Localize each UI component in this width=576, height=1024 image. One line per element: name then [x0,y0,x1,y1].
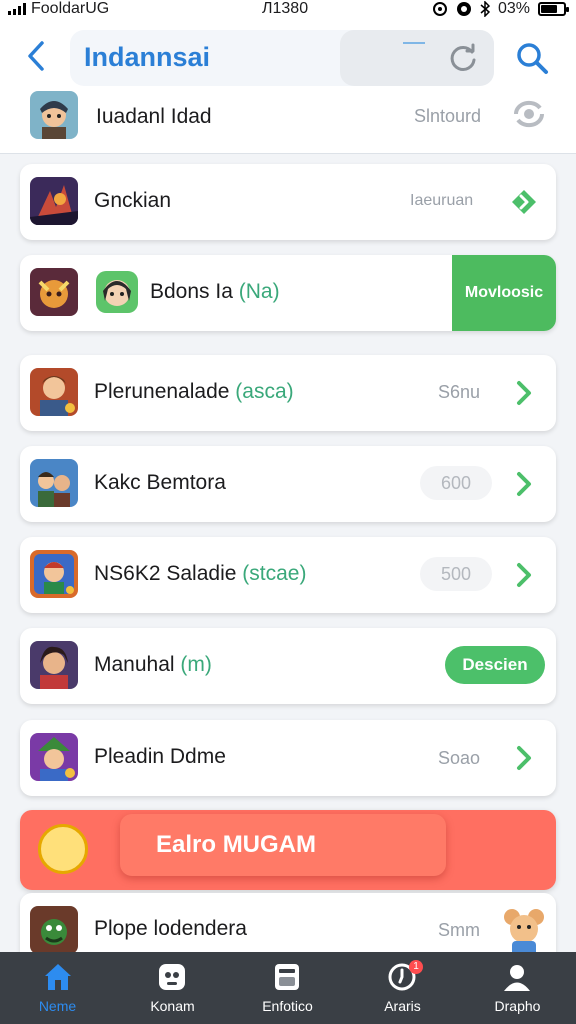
promo-banner[interactable]: Ealro MUGAM [20,810,556,890]
signal-icon [8,3,26,15]
list-item[interactable]: Pleadin Ddme Soao [20,720,556,796]
app-name: Plope lodendera [94,917,247,940]
app-size: S6nu [438,382,481,402]
app-icon [30,268,78,316]
app-size: 500 [420,557,492,591]
list-item[interactable]: Iuadanl Idad Slntourd [0,88,576,154]
app-icon [30,91,78,139]
list-item[interactable]: NS6K2 Saladie (stcae) 500 [20,537,556,613]
chevron-right-icon[interactable] [510,188,538,216]
app-icon [30,177,78,225]
notification-badge: 1 [409,960,423,974]
back-button[interactable] [20,36,52,76]
tab-araris[interactable]: 1 Araris [345,952,460,1024]
tab-label: Drapho [494,998,541,1014]
face-icon [159,964,185,990]
app-tag: (Na) [238,280,280,303]
app-icon [30,906,78,954]
page-title: Indannsai [84,42,211,72]
tab-konam[interactable]: Konam [115,952,230,1024]
app-name: Iuadanl Idad [96,105,212,128]
app-name: Manuhal (m) [94,653,212,676]
app-name: Plerunenalade (asca) [94,380,294,403]
search-icon [517,43,548,74]
app-tag: (m) [180,653,212,676]
app-name: Bdons Ia (Na) [150,280,280,303]
app-icon [30,550,78,598]
app-icon [30,641,78,689]
app-name: Gnckian [94,189,172,212]
sync-icon[interactable] [510,98,548,130]
location-icon [456,2,471,16]
tab-label: Konam [150,998,195,1014]
list-item[interactable]: Kakc Bemtora 600 [20,446,556,522]
app-icon [30,733,78,781]
search-button[interactable] [514,40,550,76]
chevron-left-icon [28,41,44,71]
app-name: Kakc Bemtora [94,471,226,494]
app-icon [30,368,78,416]
install-button[interactable]: Movloosic [452,255,556,331]
status-bar: FooldarUG Л1380 03% [0,0,576,20]
tab-bar: Neme Konam Enfotico 1 Araris Drapho [0,952,576,1024]
person-icon [504,965,530,991]
app-size: Smm [438,920,480,940]
chevron-right-icon[interactable] [510,470,538,498]
tab-enfotico[interactable]: Enfotico [230,952,345,1024]
chevron-right-icon[interactable] [510,379,538,407]
field-handle [403,42,425,44]
tab-label: Neme [38,998,77,1014]
tab-drapho[interactable]: Drapho [460,952,575,1024]
alarm-icon [432,2,447,16]
chevron-right-icon[interactable] [510,744,538,772]
download-button[interactable]: Descien [445,646,545,684]
battery-icon [538,2,569,16]
app-icon [96,271,138,313]
app-tag: (stcae) [242,562,307,585]
list-item[interactable]: Manuhal (m) Descien [20,628,556,704]
app-size: Soao [438,748,481,768]
app-size: Slntourd [414,106,482,126]
clock-label: Л1380 [262,0,309,17]
header: Indannsai [0,20,576,92]
bluetooth-icon [480,1,490,17]
tab-label: Araris [384,998,421,1014]
app-size: Iaeuruan [410,192,474,209]
card-icon [275,964,299,990]
app-size: 600 [420,466,492,500]
refresh-icon [450,43,476,71]
app-icon [30,459,78,507]
carrier-label: FooldarUG [31,0,110,17]
home-icon [45,964,71,990]
coin-icon [38,824,88,874]
list-item[interactable]: Gnckian Iaeuruan [20,164,556,240]
chevron-right-icon[interactable] [510,561,538,589]
app-name: Pleadin Ddme [94,745,226,768]
list-item[interactable]: Bdons Ia (Na) Movloosic [20,255,556,331]
refresh-button[interactable] [448,42,480,74]
battery-percent: 03% [497,0,530,17]
mascot-icon [504,909,544,957]
promo-button[interactable]: Ealro MUGAM [120,814,446,876]
tab-home[interactable]: Neme [0,952,115,1024]
app-tag: (asca) [235,380,294,403]
list-item[interactable]: Plerunenalade (asca) S6nu [20,355,556,431]
app-name: NS6K2 Saladie (stcae) [94,562,307,585]
tab-label: Enfotico [262,998,313,1014]
